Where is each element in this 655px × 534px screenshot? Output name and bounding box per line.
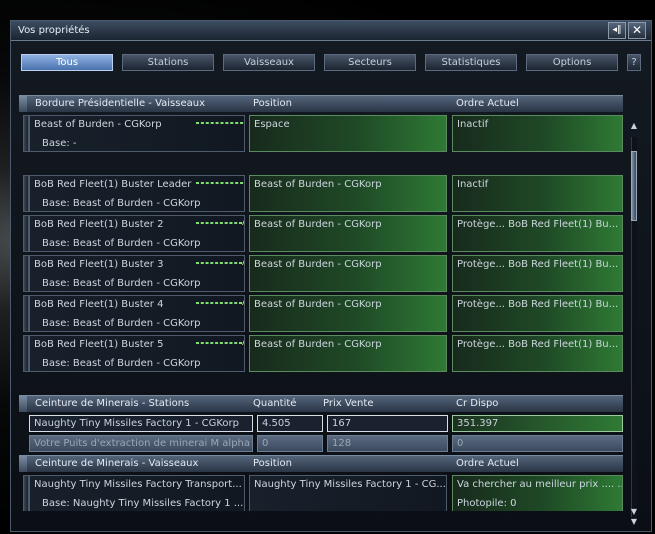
ship-name-cell[interactable]: BoB Red Fleet(1) Buster 3 A Base: Beast … (29, 255, 245, 292)
position-cell[interactable]: Beast of Burden - CGKorp (249, 255, 447, 292)
scroll-thumb[interactable] (631, 151, 637, 221)
pin-icon[interactable]: ◂‖ (608, 22, 626, 39)
ship-name-cell[interactable]: BoB Red Fleet(1) Buster 5 A Base: Beast … (29, 335, 245, 372)
collapse-grip-icon[interactable] (19, 96, 27, 112)
section-header: Ceinture de Minerais - Vaisseaux Positio… (19, 455, 623, 472)
property-list: Bordure Présidentielle - Vaisseaux Posit… (19, 91, 623, 511)
scroll-end-icon[interactable]: ▼ (627, 517, 641, 527)
ship-name-cell[interactable]: Beast of Burden - CGKorp Base: - (29, 115, 245, 152)
ship-name-cell[interactable]: BoB Red Fleet(1) Buster Leader Base: Bea… (29, 175, 245, 212)
ship-name-cell[interactable]: BoB Red Fleet(1) Buster 4 A Base: Beast … (29, 295, 245, 332)
scroll-down-icon[interactable]: ▼ (627, 507, 641, 517)
hull-bar (196, 222, 242, 224)
column-header: Position (253, 98, 292, 109)
tab-vaisseaux[interactable]: Vaisseaux (223, 54, 315, 71)
tab-stations[interactable]: Stations (122, 54, 214, 71)
section-title: Bordure Présidentielle - Vaisseaux (35, 98, 205, 109)
section-title: Ceinture de Minerais - Vaisseaux (35, 458, 199, 469)
price-cell[interactable]: 128 (327, 435, 448, 452)
position-cell[interactable]: Beast of Burden - CGKorp (249, 215, 447, 252)
quantity-cell[interactable]: 0 (257, 435, 323, 452)
order-cell[interactable]: Inactif (452, 175, 623, 212)
section-header: Ceinture de Minerais - Stations Quantité… (19, 395, 623, 412)
ship-name-cell[interactable]: BoB Red Fleet(1) Buster 2 A Base: Beast … (29, 215, 245, 252)
grade-badge: A (242, 298, 244, 308)
title-bar[interactable]: Vos propriétés ◂‖ ✕ (11, 21, 651, 41)
column-header: Position (253, 458, 292, 469)
collapse-grip-icon[interactable] (19, 456, 27, 472)
section-title: Ceinture de Minerais - Stations (35, 398, 190, 409)
column-header: Quantité (253, 398, 297, 409)
column-header: Cr Dispo (456, 398, 499, 409)
hull-bar (196, 122, 244, 124)
position-cell[interactable]: Espace (249, 115, 447, 152)
ship-name-cell[interactable]: Naughty Tiny Missiles Factory Transport.… (29, 475, 245, 511)
position-cell[interactable]: Beast of Burden - CGKorp (249, 175, 447, 212)
scroll-up-icon[interactable]: ▲ (627, 121, 641, 131)
order-cell[interactable]: Va chercher au meilleur prix .... .... P… (452, 475, 623, 511)
window-title: Vos propriétés (18, 25, 90, 36)
section-header: Bordure Présidentielle - Vaisseaux Posit… (19, 95, 623, 112)
tab-bar: Tous Stations Vaisseaux Secteurs Statist… (19, 54, 649, 72)
position-cell[interactable]: Naughty Tiny Missiles Factory 1 - CG... (249, 475, 447, 511)
station-name-cell[interactable]: Naughty Tiny Missiles Factory 1 - CGKorp (29, 415, 253, 432)
hull-bar (196, 342, 242, 344)
order-cell[interactable]: Protège... BoB Red Fleet(1) Bu... (452, 295, 623, 332)
order-cell[interactable]: Protège... BoB Red Fleet(1) Bu... (452, 335, 623, 372)
collapse-grip-icon[interactable] (19, 396, 27, 412)
tab-statistiques[interactable]: Statistiques (425, 54, 517, 71)
column-header: Ordre Actuel (456, 98, 519, 109)
close-icon[interactable]: ✕ (628, 22, 646, 39)
station-name-cell[interactable]: Votre Puits d'extraction de minerai M al… (29, 435, 253, 452)
credits-cell[interactable]: 0 (452, 435, 623, 452)
position-cell[interactable]: Beast of Burden - CGKorp (249, 295, 447, 332)
grade-badge: A (242, 218, 244, 228)
tab-tous[interactable]: Tous (21, 54, 113, 71)
quantity-cell[interactable]: 4.505 (257, 415, 323, 432)
column-header: Ordre Actuel (456, 458, 519, 469)
grade-badge: A (242, 338, 244, 348)
column-header: Prix Vente (323, 398, 374, 409)
grade-badge: A (242, 258, 244, 268)
hull-bar (196, 182, 244, 184)
credits-cell[interactable]: 351.397 (452, 415, 623, 432)
order-cell[interactable]: Protège... BoB Red Fleet(1) Bu... (452, 255, 623, 292)
tab-options[interactable]: Options (526, 54, 618, 71)
hull-bar (196, 262, 242, 264)
help-button[interactable]: ? (627, 54, 641, 71)
position-cell[interactable]: Beast of Burden - CGKorp (249, 335, 447, 372)
hull-bar (196, 302, 242, 304)
vertical-scrollbar[interactable]: ▲ ▼ ▼ (627, 121, 641, 531)
order-cell[interactable]: Protège... BoB Red Fleet(1) Bu... (452, 215, 623, 252)
price-cell[interactable]: 167 (327, 415, 448, 432)
tab-secteurs[interactable]: Secteurs (324, 54, 416, 71)
properties-window: Vos propriétés ◂‖ ✕ Tous Stations Vaisse… (10, 20, 652, 532)
order-cell[interactable]: Inactif (452, 115, 623, 152)
